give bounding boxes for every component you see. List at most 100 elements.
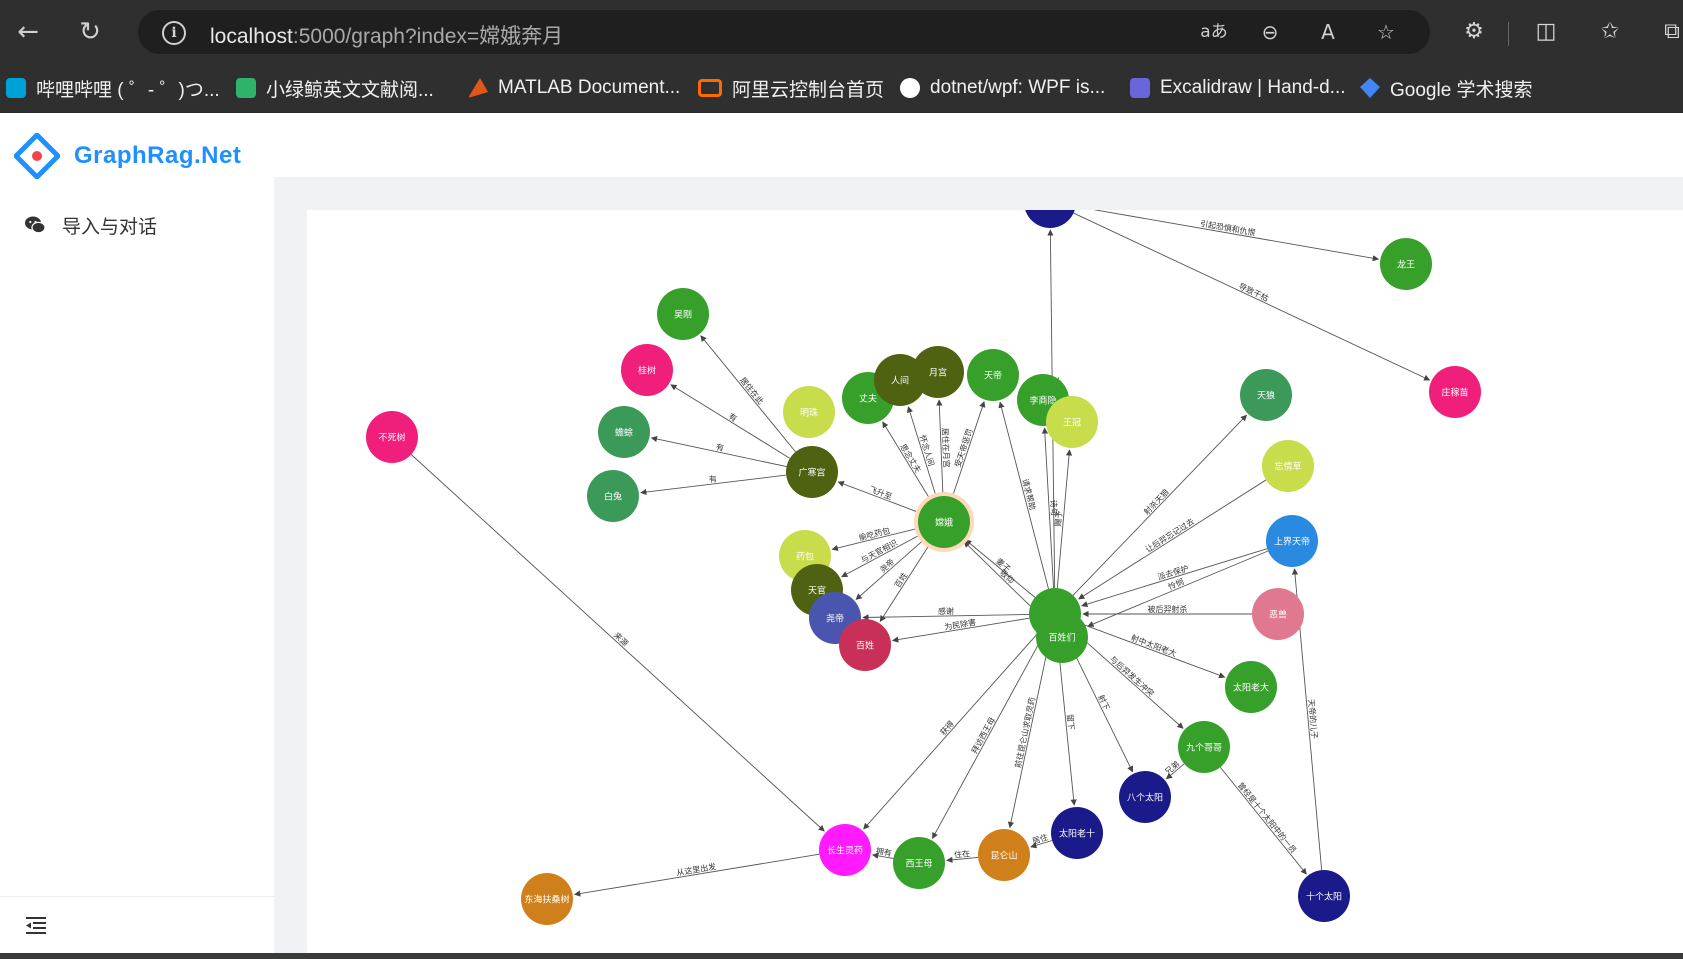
graph-node-circle[interactable] bbox=[1024, 210, 1076, 228]
google-scholar-icon bbox=[1360, 78, 1380, 98]
menu-item-import-chat[interactable]: 导入与对话 bbox=[0, 197, 274, 253]
graph-node-label: 天官 bbox=[808, 585, 826, 596]
graph-edge bbox=[1093, 210, 1380, 262]
back-arrow-icon[interactable]: ← bbox=[8, 12, 48, 52]
graph-edge-label: 从这里出发 bbox=[676, 861, 717, 877]
bookmark-matlab[interactable]: MATLAB Document... bbox=[468, 74, 680, 102]
graph-edge-label: 曾经是十个太阳中的一员 bbox=[1236, 780, 1299, 855]
collapse-menu-icon[interactable] bbox=[24, 913, 48, 937]
graph-edge-label: 留下 bbox=[1065, 714, 1077, 731]
graph-node-donghai[interactable]: 东海扶桑树 bbox=[521, 873, 573, 925]
graph-edge-label: 尧帝 bbox=[878, 557, 897, 575]
graph-node-label: 天帝 bbox=[984, 370, 1002, 381]
graph-node-busishu[interactable]: 不死树 bbox=[366, 411, 418, 463]
graph-node-change[interactable]: 嫦娥 bbox=[914, 492, 974, 552]
graph-edge-label: 射杀天狼 bbox=[1142, 487, 1171, 517]
graph-node-label: 尧帝 bbox=[826, 613, 844, 624]
graph-node-guishu[interactable]: 桂树 bbox=[621, 344, 673, 396]
graphrag-logo-icon bbox=[14, 133, 60, 179]
favorites-icon[interactable]: ✩ bbox=[1594, 16, 1626, 48]
bookmark-excalidraw[interactable]: Excalidraw | Hand-d... bbox=[1130, 74, 1346, 102]
graph-node-label: 天狼 bbox=[1257, 390, 1275, 401]
split-screen-icon[interactable]: ◫ bbox=[1530, 16, 1562, 48]
graph-edge-label: 居住 bbox=[1031, 832, 1049, 846]
graph-node-baitu[interactable]: 白兔 bbox=[587, 470, 639, 522]
bookmark-xiaolvjing[interactable]: 小绿鲸英文文献阅... bbox=[236, 74, 434, 102]
graph-edge-label: 敬仰 bbox=[998, 567, 1016, 585]
bilibili-icon bbox=[6, 78, 26, 98]
graph-node-shigetaiyang[interactable]: 十个太阳 bbox=[1298, 870, 1350, 922]
graph-node-changsheng[interactable]: 长生灵药 bbox=[819, 824, 871, 876]
bookmark-aliyun[interactable]: 阿里云控制台首页 bbox=[698, 74, 884, 102]
graph-node-exing[interactable]: 恶兽 bbox=[1252, 588, 1304, 640]
graph-node-label: 西王母 bbox=[905, 859, 932, 869]
graph-node-top[interactable] bbox=[1024, 210, 1076, 228]
graph-node-label: 药包 bbox=[796, 551, 814, 562]
graph-node-bagetaiyang[interactable]: 八个太阳 bbox=[1119, 771, 1171, 823]
zoom-out-icon[interactable]: ⊖ bbox=[1256, 20, 1284, 44]
window-bottom-edge bbox=[0, 953, 1683, 959]
graph-edge-label: 派去保护 bbox=[1156, 563, 1190, 582]
reload-icon[interactable]: ↻ bbox=[70, 12, 110, 52]
aliyun-icon bbox=[698, 79, 722, 97]
graph-node-yuegong[interactable]: 月宫 bbox=[912, 346, 964, 398]
graph-edge-label: 受天帝惩罚 bbox=[952, 427, 974, 468]
graph-node-tianlang[interactable]: 天狼 bbox=[1240, 369, 1292, 421]
graph-node-jiugegege[interactable]: 九个哥哥 bbox=[1178, 721, 1230, 773]
url-text[interactable]: localhost:5000/graph?index=嫦娥奔月 bbox=[210, 20, 563, 50]
whale-icon bbox=[236, 78, 256, 98]
knowledge-graph[interactable]: 引起恐惧和仇恨导致干枯居住在此有有有来源飞升至思念丈夫怀念人间 居住在月宫 受天帝惩… bbox=[307, 210, 1683, 959]
bookmark-github-wpf[interactable]: dotnet/wpf: WPF is... bbox=[900, 74, 1105, 102]
graph-node-shangjie[interactable]: 上界天帝 bbox=[1266, 515, 1318, 567]
sidebar-divider bbox=[0, 896, 274, 897]
github-icon bbox=[900, 78, 920, 98]
graph-edge-label: 引起恐惧和仇恨 bbox=[1199, 218, 1256, 237]
brand-title: GraphRag.Net bbox=[74, 142, 242, 169]
graph-edge-label: 怀念人间 bbox=[918, 434, 937, 468]
graph-node-tiandi[interactable]: 天帝 bbox=[967, 349, 1019, 401]
collections-icon[interactable]: ⧉ bbox=[1656, 16, 1683, 48]
graph-node-label: 昆仑山 bbox=[990, 850, 1017, 861]
graph-edge-label: 居住在此 bbox=[738, 375, 766, 406]
graph-node-label: 龙王 bbox=[1397, 259, 1415, 270]
graph-node-mingzhu[interactable]: 明珠 bbox=[783, 386, 835, 438]
graph-node-baixing1[interactable]: 百姓 bbox=[839, 619, 891, 671]
graph-node-xiwangmu[interactable]: 西王母 bbox=[893, 837, 945, 889]
graph-node-label: 东海扶桑树 bbox=[524, 894, 569, 905]
graph-node-zhuangjia[interactable]: 庄稼苗 bbox=[1429, 366, 1481, 418]
bookmark-google-scholar[interactable]: Google 学术搜索 bbox=[1360, 74, 1533, 102]
site-info-icon[interactable]: i bbox=[162, 21, 186, 45]
graph-node-label: 不死树 bbox=[378, 432, 405, 443]
graph-node-wangqingcao[interactable]: 忘情草 bbox=[1262, 440, 1314, 492]
graph-node-label: 明珠 bbox=[800, 407, 818, 418]
address-bar[interactable]: i localhost:5000/graph?index=嫦娥奔月 aあ ⊖ A… bbox=[138, 10, 1430, 54]
graph-node-wangjian[interactable]: 王冠 bbox=[1046, 396, 1098, 448]
graph-node-kunlunshan[interactable]: 昆仑山 bbox=[978, 829, 1030, 881]
matlab-icon bbox=[468, 78, 488, 98]
graph-edge-label: 有 bbox=[715, 442, 725, 453]
graph-node-guanghangong[interactable]: 广寒宫 bbox=[786, 446, 838, 498]
favorite-star-icon[interactable]: ☆ bbox=[1372, 20, 1400, 44]
graph-node-longwang[interactable]: 龙王 bbox=[1380, 238, 1432, 290]
graph-node-label: 太阳老大 bbox=[1233, 682, 1269, 693]
graph-node-label: 恶兽 bbox=[1269, 609, 1287, 620]
graph-node-chanchu[interactable]: 蟾蜍 bbox=[598, 406, 650, 458]
graph-canvas[interactable]: 引起恐惧和仇恨 导致干枯 居住在此有有有来源 飞升至 思念丈夫 怀念人间 居住在月宫 受天帝惩… bbox=[307, 210, 1683, 959]
graph-node-label: 月宫 bbox=[929, 367, 947, 378]
extensions-icon[interactable]: ⚙ bbox=[1458, 16, 1490, 48]
graph-node-label: 广寒宫 bbox=[798, 467, 825, 478]
graph-node-label: 太阳老十 bbox=[1059, 828, 1095, 839]
graph-node-taiyanglaoshi[interactable]: 太阳老十 bbox=[1051, 807, 1103, 859]
graph-node-label: 忘情草 bbox=[1274, 461, 1301, 472]
read-aloud-icon[interactable]: A bbox=[1314, 20, 1342, 44]
translate-icon[interactable]: aあ bbox=[1200, 20, 1228, 44]
graph-node-baixing2[interactable]: 百姓们 bbox=[1036, 611, 1088, 663]
graph-edge-label: 飞升至 bbox=[868, 485, 894, 502]
graph-node-label: 上界天帝 bbox=[1274, 536, 1310, 547]
graph-edge-label: 天帝的儿子 bbox=[1306, 699, 1320, 740]
graph-node-label: 百姓 bbox=[856, 640, 874, 651]
graph-node-taiyanglaoda[interactable]: 太阳老大 bbox=[1225, 661, 1277, 713]
bookmark-bilibili[interactable]: 哔哩哔哩 ( ゜- ゜)つ... bbox=[6, 74, 220, 102]
graph-node-label: 九个哥哥 bbox=[1186, 743, 1222, 753]
graph-node-wugang[interactable]: 吴刚 bbox=[657, 288, 709, 340]
